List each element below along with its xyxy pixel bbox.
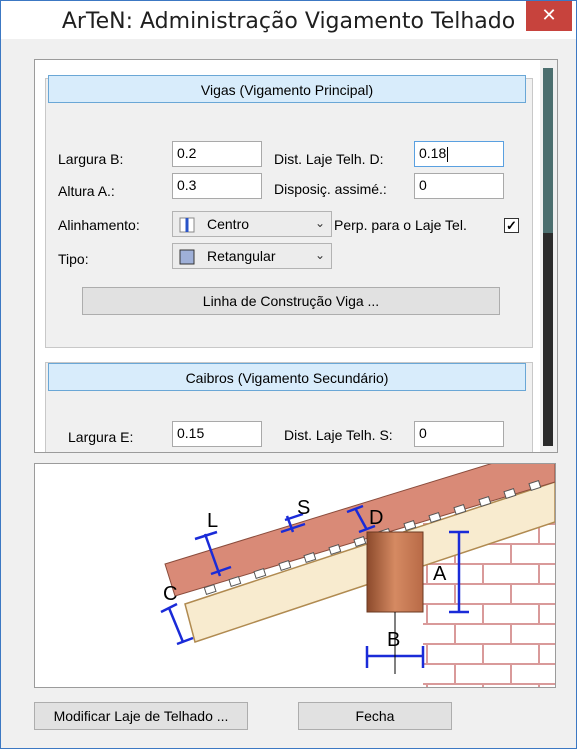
- alinhamento-select[interactable]: Centro ⌄: [172, 211, 332, 237]
- label-B: B: [387, 629, 400, 651]
- dist-laje-d-value: 0.18: [419, 145, 447, 161]
- label-C: C: [163, 583, 177, 605]
- largura-b-input[interactable]: 0.2: [172, 141, 262, 167]
- chevron-down-icon: ⌄: [314, 216, 325, 230]
- tipo-select[interactable]: Retangular ⌄: [172, 243, 332, 269]
- largura-e-label: Largura E:: [68, 429, 134, 445]
- chevron-down-icon: ⌄: [314, 248, 325, 262]
- dist-laje-s-value: 0: [419, 425, 427, 441]
- checkmark-icon: ✓: [506, 218, 517, 233]
- altura-a-label: Altura A.:: [58, 183, 115, 199]
- vigas-header: Vigas (Vigamento Principal): [48, 75, 526, 103]
- disposic-input[interactable]: 0: [414, 173, 504, 199]
- scrollbar-thumb[interactable]: [543, 68, 553, 446]
- caibros-section: Caibros (Vigamento Secundário) Largura E…: [45, 362, 533, 452]
- altura-a-value: 0.3: [177, 177, 197, 193]
- close-icon: ✕: [541, 5, 557, 26]
- label-D: D: [369, 507, 383, 529]
- text-caret: [447, 146, 449, 162]
- largura-b-label: Largura B:: [58, 151, 124, 167]
- altura-a-input[interactable]: 0.3: [172, 173, 262, 199]
- perp-checkbox[interactable]: ✓: [504, 218, 519, 233]
- dialog-window: ArTeN: Administração Vigamento Telhado ✕…: [0, 0, 577, 749]
- tipo-label: Tipo:: [58, 251, 89, 267]
- label-L: L: [207, 510, 218, 532]
- dist-laje-d-input[interactable]: 0.18: [414, 141, 504, 167]
- disposic-value: 0: [419, 177, 427, 193]
- title-bar: ArTeN: Administração Vigamento Telhado ✕: [1, 1, 576, 39]
- disposic-label: Disposiç. assimé.:: [274, 181, 387, 197]
- close-window-button[interactable]: ✕: [526, 1, 572, 31]
- beam: [366, 531, 424, 613]
- dist-laje-s-input[interactable]: 0: [414, 421, 504, 447]
- linha-construcao-button[interactable]: Linha de Construção Viga ...: [82, 287, 500, 315]
- settings-scroll-panel[interactable]: Vigas (Vigamento Principal) Largura B: 0…: [34, 59, 558, 453]
- vertical-scrollbar[interactable]: [540, 60, 557, 452]
- rectangle-icon: [179, 249, 195, 268]
- largura-b-value: 0.2: [177, 145, 197, 161]
- label-S: S: [297, 497, 310, 519]
- tipo-value: Retangular: [207, 248, 276, 264]
- alinhamento-label: Alinhamento:: [58, 217, 140, 233]
- dist-laje-d-label: Dist. Laje Telh. D:: [274, 151, 384, 167]
- roof-diagram-svg: L S D A B C: [160, 443, 556, 687]
- caibros-header: Caibros (Vigamento Secundário): [48, 363, 526, 391]
- center-align-icon: [179, 217, 195, 236]
- vigas-section: Vigas (Vigamento Principal) Largura B: 0…: [45, 75, 533, 348]
- alinhamento-value: Centro: [207, 216, 250, 232]
- modify-roof-slab-button[interactable]: Modificar Laje de Telhado ...: [34, 702, 248, 730]
- dist-laje-s-label: Dist. Laje Telh. S:: [284, 427, 393, 443]
- close-button[interactable]: Fecha: [298, 702, 452, 730]
- largura-e-input[interactable]: 0.15: [172, 421, 262, 447]
- label-A: A: [433, 563, 447, 585]
- perp-label: Perp. para o Laje Tel.: [334, 217, 467, 233]
- window-title: ArTeN: Administração Vigamento Telhado: [61, 9, 516, 34]
- roof-diagram: L S D A B C: [34, 443, 556, 688]
- largura-e-value: 0.15: [177, 425, 205, 441]
